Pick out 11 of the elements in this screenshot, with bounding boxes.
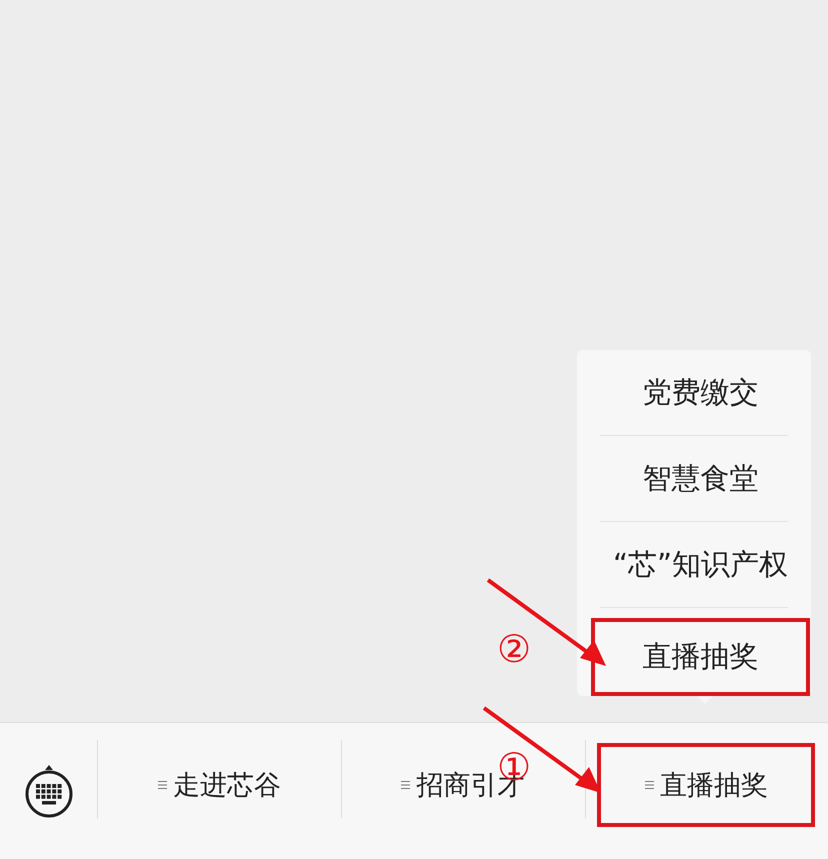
menu-icon [401,780,410,790]
menu-item[interactable]: 党费缴交 [591,350,810,435]
menu-item[interactable]: 直播抽奖 [591,618,810,696]
menu-item[interactable]: 智慧食堂 [591,436,810,521]
menu-tab[interactable]: 直播抽奖 [597,743,816,827]
menu-item[interactable]: “芯”知识产权 [591,522,810,607]
menu-icon [158,780,168,790]
menu-tab[interactable]: 走进芯谷 [110,743,329,827]
pointer-icon [697,696,713,704]
menu-icon [644,780,654,790]
callout-number: ② [497,630,531,668]
